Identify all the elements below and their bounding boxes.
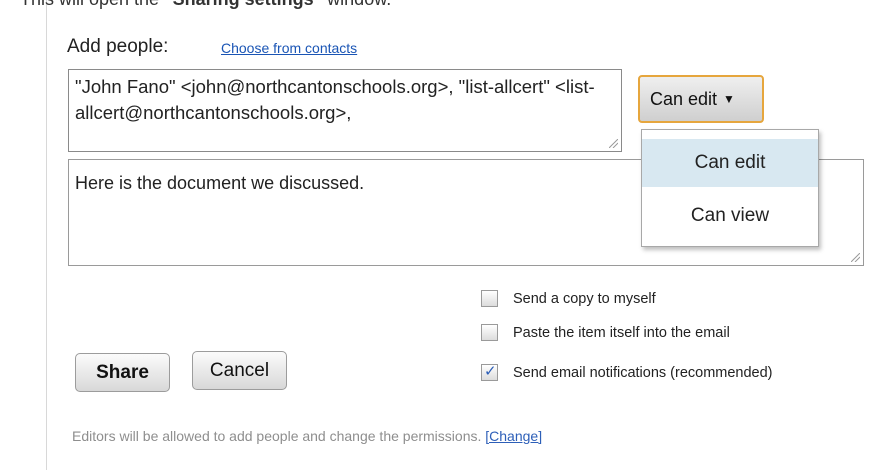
footer-note-text: Editors will be allowed to add people an… <box>72 428 486 444</box>
caption-text-after: window. <box>322 0 391 9</box>
send-notifications-label: Send email notifications (recommended) <box>513 364 773 381</box>
recipients-field[interactable]: "John Fano" <john@northcantonschools.org… <box>68 69 622 152</box>
send-notifications-checkbox[interactable] <box>481 362 498 381</box>
footer-note: Editors will be allowed to add people an… <box>72 428 542 444</box>
caret-down-icon: ▼ <box>723 92 735 106</box>
paste-item-option: Paste the item itself into the email <box>481 324 730 341</box>
change-permissions-link[interactable]: [Change] <box>485 428 542 444</box>
permission-selected-label: Can edit <box>650 88 718 109</box>
resize-grip-icon[interactable] <box>609 139 618 148</box>
send-copy-checkbox[interactable] <box>481 290 498 307</box>
paste-item-label: Paste the item itself into the email <box>513 324 730 341</box>
send-notifications-option: Send email notifications (recommended) <box>481 362 773 381</box>
send-copy-option: Send a copy to myself <box>481 290 656 307</box>
share-button[interactable]: Share <box>75 353 170 392</box>
caption-text-before: This will open the <box>20 0 164 9</box>
message-text: Here is the document we discussed. <box>75 173 365 193</box>
cancel-button[interactable]: Cancel <box>192 351 287 390</box>
instruction-caption: This will open the "Sharing settings" wi… <box>20 0 391 10</box>
permission-option-can-edit[interactable]: Can edit <box>642 139 818 187</box>
send-copy-label: Send a copy to myself <box>513 290 656 307</box>
choose-from-contacts-link[interactable]: Choose from contacts <box>221 40 357 56</box>
recipients-text: "John Fano" <john@northcantonschools.org… <box>75 76 595 123</box>
page-left-rule <box>46 0 47 470</box>
resize-grip-icon[interactable] <box>851 253 860 262</box>
caption-text-bold: "Sharing settings" <box>164 0 322 9</box>
permission-menu: Can edit Can view <box>641 129 819 247</box>
permission-dropdown-button[interactable]: Can edit ▼ <box>638 75 764 123</box>
permission-option-can-view[interactable]: Can view <box>642 192 818 240</box>
add-people-label: Add people: <box>67 36 169 57</box>
paste-item-checkbox[interactable] <box>481 324 498 341</box>
